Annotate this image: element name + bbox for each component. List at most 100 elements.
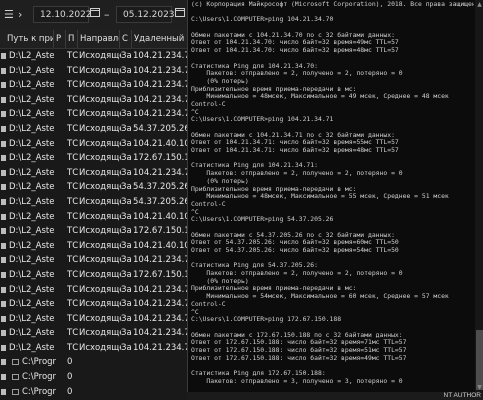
- row-marker-icon: [1, 96, 6, 103]
- console-window[interactable]: (c) Корпорация Майкрософт (Microsoft Cor…: [187, 0, 483, 400]
- menu-icon[interactable]: ☰: [4, 8, 14, 21]
- table-row[interactable]: D:\L2_Asterios ТСИсходящееЗа104.21.234.70: [0, 253, 195, 268]
- table-row[interactable]: D:\L2_Asterios ТСИсходящееЗа172.67.150.18…: [0, 268, 195, 283]
- cell-direction: Исходящее: [79, 153, 121, 164]
- console-scrollbar[interactable]: ▲ ▼: [475, 0, 483, 400]
- cell-status: За: [121, 109, 132, 120]
- console-line: Обмен пакетами с 104.21.34.70 по с 32 ба…: [191, 31, 395, 39]
- scroll-thumb[interactable]: [476, 330, 483, 390]
- table-row[interactable]: C:\Program Fil 0: [0, 355, 195, 370]
- cell-protocol: ТС: [67, 167, 79, 178]
- column-header-direction[interactable]: Направлен: [77, 30, 119, 48]
- table-row[interactable]: D:\L2_Asterios ТСИсходящееЗа172.67.150.18…: [0, 151, 195, 166]
- table-row[interactable]: D:\L2_Asterios ТСИсходящееЗа104.21.40.109: [0, 239, 195, 254]
- scroll-down-icon[interactable]: ▼: [476, 384, 483, 391]
- console-line: Ответ от 104.21.34.71: число байт=32 вре…: [191, 139, 399, 147]
- cell-status: За: [121, 94, 132, 105]
- row-marker-icon: [1, 374, 6, 381]
- cell-path: D:\L2_Asterios: [9, 153, 54, 164]
- cell-path: D:\L2_Asterios: [9, 94, 54, 105]
- table-row[interactable]: D:\L2_Asterios ТСИсходящееЗа104.21.234.71: [0, 312, 195, 327]
- cell-remote-address: 104.21.40.109: [133, 211, 195, 222]
- calendar-icon[interactable]: [90, 7, 100, 17]
- cell-status: За: [121, 153, 132, 164]
- column-header-path[interactable]: Путь к прилс: [7, 30, 53, 48]
- cell-protocol: ТС: [67, 94, 79, 105]
- cell-remote-address: 104.21.40.109: [133, 138, 195, 149]
- cell-direction: Исходящее: [79, 313, 121, 324]
- cell-remote-address: 104.21.234.70: [133, 284, 195, 295]
- calendar-icon[interactable]: [175, 7, 185, 17]
- console-line: (0% потерь): [191, 277, 249, 285]
- table-row[interactable]: D:\L2_Asterios ТСИсходящееЗа54.37.205.26: [0, 195, 195, 210]
- row-marker-icon: [1, 388, 6, 395]
- row-marker-icon: [1, 359, 6, 366]
- cell-path: D:\L2_Asterios: [9, 211, 54, 222]
- cell-remote-address: 172.67.150.188: [133, 269, 195, 280]
- cell-status: За: [121, 299, 132, 310]
- cell-remote-address: 104.21.234.71: [133, 65, 195, 76]
- cell-protocol: ТС: [67, 299, 79, 310]
- console-line: Ответ от 172.67.150.188: число байт=32 в…: [191, 339, 407, 347]
- scroll-up-icon[interactable]: ▲: [476, 1, 483, 8]
- table-row[interactable]: D:\L2_Asterios ТСИсходящееЗа104.21.234.74: [0, 326, 195, 341]
- table-row[interactable]: D:\L2_Asterios ТСИсходящееЗа104.21.234.74: [0, 341, 195, 356]
- table-row[interactable]: D:\L2_Asterios ТСИсходящееЗа54.37.205.26: [0, 180, 195, 195]
- cell-status: За: [121, 80, 132, 91]
- column-header-r[interactable]: Р: [53, 30, 65, 48]
- table-row[interactable]: D:\L2_Asterios ТСИсходящееЗа54.37.205.26: [0, 122, 195, 137]
- table-row[interactable]: D:\L2_Asterios ТСИсходящееЗа104.21.40.109: [0, 210, 195, 225]
- status-user-text: NT AUTHOR: [443, 392, 481, 399]
- console-line: Минимальное = 48мсек, Максимальное = 55 …: [191, 193, 449, 201]
- date-to-field[interactable]: 05.12.2023: [116, 6, 175, 23]
- console-line: Control-C: [191, 200, 226, 208]
- date-from-field[interactable]: 12.10.2022: [33, 6, 92, 23]
- column-header-s[interactable]: С: [119, 30, 131, 48]
- cell-direction: Исходящее: [79, 182, 121, 193]
- cell-path: D:\L2_Asterios: [9, 342, 54, 353]
- table-row[interactable]: D:\L2_Asterios ТСИсходящееЗа104.21.234.70: [0, 93, 195, 108]
- table-row[interactable]: D:\L2_Asterios ТСИсходящееЗа104.21.234.71: [0, 166, 195, 181]
- table-row[interactable]: D:\L2_Asterios ТСИсходящееЗа104.21.234.70: [0, 49, 195, 64]
- table-row[interactable]: D:\L2_Asterios ТСИсходящееЗа172.67.150.18…: [0, 224, 195, 239]
- table-row[interactable]: D:\L2_Asterios ТСИсходящееЗа104.21.234.70: [0, 283, 195, 298]
- column-header-p[interactable]: П: [65, 30, 77, 48]
- table-row[interactable]: D:\L2_Asterios ТСИсходящееЗа104.21.40.109: [0, 137, 195, 152]
- console-line: C:\Users\1.COMPUTER>ping 104.21.34.70: [191, 16, 334, 24]
- cell-protocol: ТС: [67, 109, 79, 120]
- table-row[interactable]: C:\Program Fil 0: [0, 370, 195, 385]
- cell-status: За: [121, 138, 132, 149]
- row-marker-icon: [1, 213, 6, 220]
- row-marker-icon: [1, 67, 6, 74]
- cell-protocol: ТС: [67, 80, 79, 91]
- cell-direction: Исходящее: [79, 196, 121, 207]
- cell-protocol: 0: [67, 386, 73, 397]
- row-marker-icon: [1, 53, 6, 59]
- table-row[interactable]: D:\L2_Asterios ТСИсходящееЗа104.21.234.71: [0, 107, 195, 122]
- table-row[interactable]: D:\L2_Asterios ТСИсходящееЗа104.21.234.71: [0, 64, 195, 79]
- table-row[interactable]: D:\L2_Asterios ТСИсходящееЗа104.21.234.71: [0, 297, 195, 312]
- cell-status: За: [121, 211, 132, 222]
- console-line: Ответ от 104.21.34.70: число байт=32 вре…: [191, 39, 399, 47]
- console-line: Ответ от 54.37.205.26: число байт=32 вре…: [191, 239, 399, 247]
- row-marker-icon: [1, 228, 6, 235]
- row-marker-icon: [1, 169, 6, 176]
- console-line: ^C: [191, 308, 199, 316]
- folder-icon: [12, 374, 19, 381]
- chevron-right-icon[interactable]: ›: [18, 8, 22, 21]
- console-line: Пакетов: отправлено = 3, получено = 3, п…: [191, 377, 403, 385]
- table-row[interactable]: D:\L2_Asterios ТСИсходящееЗа104.21.234.70: [0, 78, 195, 93]
- cell-path: D:\L2_Asterios: [9, 284, 54, 295]
- console-line: Минимальное = 48мсек, Максимальное = 49 …: [191, 93, 449, 101]
- column-header-remote-address[interactable]: Удаленный адрес: [131, 30, 195, 48]
- console-line: Пакетов: отправлено = 2, получено = 2, п…: [191, 70, 403, 78]
- table-row[interactable]: C:\Program Fil 0: [0, 385, 195, 400]
- row-marker-icon: [1, 271, 6, 278]
